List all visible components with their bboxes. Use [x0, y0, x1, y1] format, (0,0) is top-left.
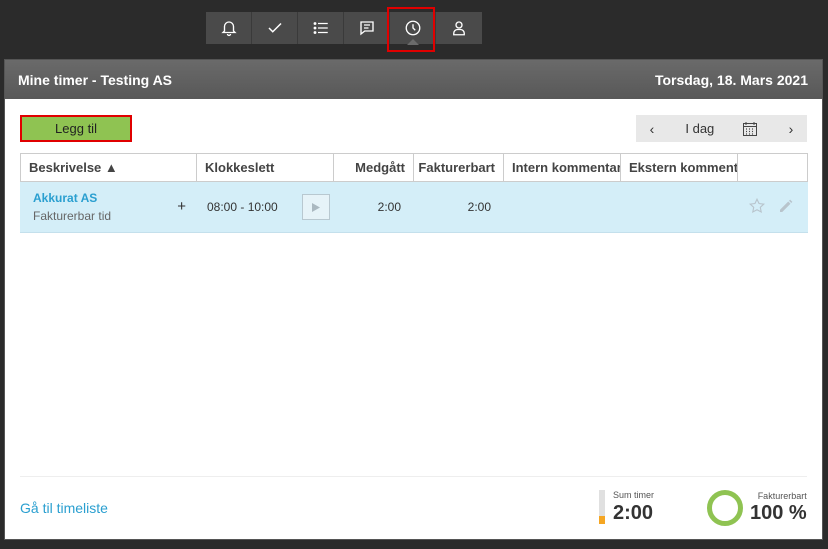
edit-button[interactable]	[777, 197, 795, 218]
notifications-button[interactable]	[206, 12, 252, 44]
activity-type: Fakturerbar tid	[33, 209, 112, 223]
row-description: Akkurat AS Fakturerbar tid +	[20, 182, 196, 232]
hours-panel: Mine timer - Testing AS Torsdag, 18. Mar…	[4, 59, 823, 540]
col-time[interactable]: Klokkeslett	[197, 154, 334, 181]
panel-title: Mine timer - Testing AS	[18, 71, 173, 88]
start-timer-button[interactable]	[302, 194, 330, 220]
row-external-comment	[620, 182, 737, 232]
messages-button[interactable]	[344, 12, 390, 44]
play-icon	[312, 202, 320, 212]
add-button[interactable]: Legg til	[20, 115, 132, 142]
sum-hours-value: 2:00	[613, 502, 654, 524]
row-time: 08:00 - 10:00	[196, 182, 333, 232]
table-row[interactable]: Akkurat AS Fakturerbar tid + 08:00 - 10:…	[20, 182, 808, 233]
col-description[interactable]: Beskrivelse ▲	[21, 154, 197, 181]
panel-header: Mine timer - Testing AS Torsdag, 18. Mar…	[5, 60, 822, 99]
today-button[interactable]: I dag	[685, 121, 714, 136]
go-to-timesheet-link[interactable]: Gå til timeliste	[20, 500, 108, 516]
billable-value: 100 %	[750, 502, 807, 524]
star-icon	[749, 197, 766, 213]
row-actions	[737, 182, 806, 232]
top-toolbar	[206, 12, 482, 45]
col-spent[interactable]: Medgått	[334, 154, 414, 181]
row-billable: 2:00	[467, 200, 491, 214]
row-internal-comment	[503, 182, 620, 232]
profile-button[interactable]	[436, 12, 482, 44]
next-day-button[interactable]: ›	[785, 121, 797, 137]
sum-hours-bar	[599, 490, 605, 524]
billable-summary: Fakturerbart 100 %	[707, 490, 807, 526]
hours-table: Beskrivelse ▲ Klokkeslett Medgått Faktur…	[20, 153, 808, 233]
footer-divider	[20, 476, 807, 477]
clock-icon	[405, 20, 420, 36]
col-external-comment[interactable]: Ekstern kommentar	[621, 154, 738, 181]
project-name[interactable]: Akkurat AS	[33, 191, 97, 205]
favorite-button[interactable]	[748, 197, 766, 218]
expand-button[interactable]: +	[177, 198, 186, 215]
panel-date: Torsdag, 18. Mars 2021	[654, 71, 808, 88]
col-actions	[738, 154, 807, 181]
col-internal-comment[interactable]: Intern kommentar	[504, 154, 621, 181]
list-button[interactable]	[298, 12, 344, 44]
calendar-button[interactable]	[742, 121, 758, 137]
user-icon	[453, 21, 465, 36]
date-navigator: ‹ I dag ›	[636, 115, 807, 142]
table-header: Beskrivelse ▲ Klokkeslett Medgått Faktur…	[20, 153, 808, 182]
time-range: 08:00 - 10:00	[207, 200, 278, 214]
billable-label: Fakturerbart	[757, 491, 807, 501]
check-icon	[267, 22, 282, 33]
calendar-icon	[742, 121, 757, 136]
billable-ring	[707, 490, 743, 526]
bell-icon	[220, 21, 237, 37]
pencil-icon	[779, 199, 793, 212]
tasks-button[interactable]	[252, 12, 298, 44]
sum-hours: Sum timer 2:00	[599, 490, 654, 525]
hours-button[interactable]	[390, 12, 436, 45]
row-spent: 2:00	[377, 200, 401, 214]
sum-hours-label: Sum timer	[613, 490, 655, 500]
col-billable[interactable]: Fakturerbart	[414, 154, 504, 181]
chat-icon	[359, 21, 374, 36]
list-icon	[313, 22, 328, 34]
sum-hours-bar-fill	[599, 515, 605, 524]
prev-day-button[interactable]: ‹	[646, 121, 658, 137]
